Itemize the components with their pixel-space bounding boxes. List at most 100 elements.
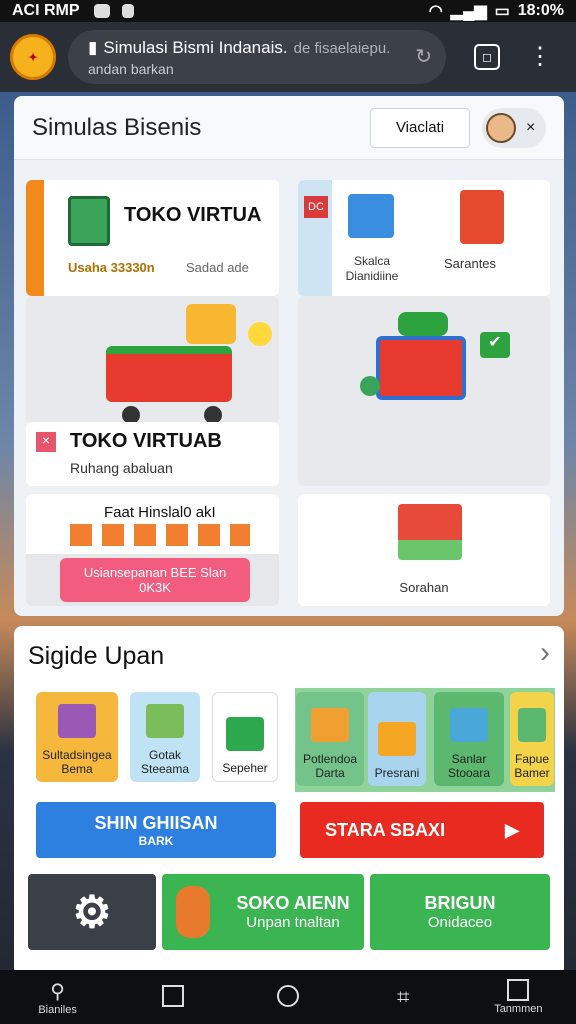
tile-3-label: Potlendoa Darta xyxy=(302,752,358,780)
reload-icon[interactable]: ↻ xyxy=(415,44,432,69)
page-domain: de fisaelaiepu. xyxy=(293,39,391,57)
circle-icon xyxy=(276,985,299,1007)
view-button[interactable]: Viaclati xyxy=(370,107,470,148)
wifi-icon: ◠ xyxy=(428,3,443,20)
tile-3-icon xyxy=(311,708,349,742)
pin-icon: ⚲ xyxy=(50,980,65,1003)
tabs-button[interactable]: ◻ xyxy=(474,44,500,70)
menu-icon[interactable]: ⋮ xyxy=(528,45,552,69)
nav-item-notes[interactable]: Tanmmen xyxy=(478,979,558,1015)
tile-6-icon xyxy=(518,708,546,742)
green-action-button-1[interactable]: SOKO AIENN Unpan tnaltan xyxy=(162,874,364,950)
battery-icon: ▭ xyxy=(494,3,510,20)
cabinet-icon xyxy=(460,190,504,244)
bottom-nav: ⚲ Bianiles ⌗ Tanmmen xyxy=(0,970,576,1024)
card-title: Simulas Bisenis xyxy=(32,113,202,141)
melon-icon xyxy=(360,376,380,396)
green1-line1: SOKO AIENN xyxy=(236,893,350,913)
nav-item-home[interactable]: ⚲ Bianiles xyxy=(18,979,98,1016)
store-icon xyxy=(398,504,462,560)
clock-text: 18:0% xyxy=(517,2,564,19)
tile-0[interactable]: Sultadsingea Bema xyxy=(36,692,118,782)
store-panel[interactable]: Sorahan xyxy=(298,494,550,606)
tile-6[interactable]: Fapue Bamer xyxy=(510,692,554,786)
character-icon xyxy=(176,886,210,938)
url-bar[interactable]: ▮ Simulasi Bismi Indanais. de fisaelaiep… xyxy=(68,30,446,84)
stack-icon xyxy=(348,194,394,238)
quick-menu-card: Sigide Upan › Sultadsingea Bema Gotak St… xyxy=(14,626,564,976)
close-square-icon: × xyxy=(36,432,56,452)
green2-line1: BRIGUN xyxy=(424,893,496,913)
green-action-button-2[interactable]: BRIGUN Onidaceo xyxy=(370,874,550,950)
page-title: Simulasi Bismi Indanais. xyxy=(103,38,288,57)
blue-action-button[interactable]: SHIN GHIISAN BARK xyxy=(36,802,276,858)
tile-5-icon xyxy=(450,708,488,742)
toko-virtuab-panel[interactable]: × TOKO VIRTUAB Ruhang abaluan xyxy=(26,422,279,486)
nav-label-0: Bianiles xyxy=(38,1003,77,1016)
page-subtitle: andan barkan xyxy=(88,61,174,77)
stock-label: Skalca Dianidiine xyxy=(345,254,399,283)
shopping-cart-illustration: ✔ xyxy=(298,296,550,486)
cart-icon xyxy=(106,346,232,402)
vegetables-icon xyxy=(398,312,448,336)
tile-5-label: Sanlar Stooara xyxy=(447,752,491,780)
promo-button[interactable]: Usiansepanan BEE Slan 0K3K xyxy=(60,558,250,602)
simulation-card: Simulas Bisenis Viaclati × TOKO VIRTUA U… xyxy=(14,96,564,616)
promo-button-line2: 0K3K xyxy=(139,580,171,595)
check-icon: ✔ xyxy=(480,332,510,358)
section-title: Sigide Upan xyxy=(28,642,165,670)
signal-icon: ▂▄▆ xyxy=(450,3,487,20)
badge-icon: DC xyxy=(304,196,328,218)
notes-icon xyxy=(507,979,530,1001)
start-button[interactable]: STARA SBAXI ▶ xyxy=(300,802,544,858)
tile-2-icon xyxy=(226,717,264,751)
start-button-label: STARA SBAXI xyxy=(325,819,446,840)
tag-icon: ⌗ xyxy=(396,984,410,1009)
tile-2[interactable]: Sepeher xyxy=(212,692,278,782)
calculator-icon xyxy=(68,196,110,246)
green2-line2: Onidaceo xyxy=(427,914,493,931)
close-icon[interactable]: × xyxy=(526,119,535,137)
blue-button-line2: BARK xyxy=(138,833,174,848)
blue-button-line1: SHIN GHIISAN xyxy=(94,812,218,833)
promo-title: Faat Hinslal0 akI xyxy=(104,504,216,521)
tile-1-label: Gotak Steeama xyxy=(140,748,190,776)
nav-item-circle[interactable] xyxy=(248,985,328,1009)
chevron-right-icon[interactable]: › xyxy=(540,636,550,670)
toko1-sub1: Usaha 33330n xyxy=(68,260,155,275)
barang-label: Sarantes xyxy=(444,256,497,271)
toko2-sub: Ruhang abaluan xyxy=(70,460,173,476)
square-icon xyxy=(161,985,184,1007)
notification-icon xyxy=(93,4,110,18)
arrow-right-icon: ▶ xyxy=(505,819,519,840)
profile-chip[interactable]: × xyxy=(482,107,546,148)
nav-item-tag[interactable]: ⌗ xyxy=(363,984,443,1010)
tile-1[interactable]: Gotak Steeama xyxy=(130,692,200,782)
lock-icon: ▮ xyxy=(88,38,98,57)
tile-0-label: Sultadsingea Bema xyxy=(42,748,112,776)
green1-line2: Unpan tnaltan xyxy=(246,914,340,931)
stock-panel[interactable]: DC Skalca Dianidiine Sarantes xyxy=(298,180,550,296)
gear-icon: ⚙ xyxy=(72,887,112,937)
promo-button-line1: Usiansepanan BEE Slan xyxy=(83,565,227,580)
toko1-title: TOKO VIRTUA xyxy=(124,204,262,226)
toko-virtua-panel[interactable]: TOKO VIRTUA Usaha 33330n Sadad ade xyxy=(26,180,279,296)
tile-5[interactable]: Sanlar Stooara xyxy=(434,692,504,786)
tile-4-icon xyxy=(378,722,416,756)
sim-icon xyxy=(121,4,134,18)
carrier-text: ACI RMP xyxy=(12,2,80,19)
tile-1-icon xyxy=(146,704,184,738)
settings-button[interactable]: ⚙ xyxy=(28,874,156,950)
app-logo[interactable]: ✦ xyxy=(10,34,56,80)
tile-3[interactable]: Potlendoa Darta xyxy=(296,692,364,786)
promo-panel: Faat Hinslal0 akI Usiansepanan BEE Slan … xyxy=(26,494,279,606)
store-label: Sorahan xyxy=(399,580,449,595)
status-bar: ACI RMP ◠ ▂▄▆ ▭ 18:0% xyxy=(0,0,576,22)
tile-4[interactable]: Presrani xyxy=(368,692,426,786)
nav-item-square[interactable] xyxy=(133,985,213,1009)
nav-label-4: Tanmmen xyxy=(494,1003,543,1015)
tile-2-label: Sepeher xyxy=(222,761,268,775)
tile-4-label: Presrani xyxy=(374,766,420,780)
toko1-sub2: Sadad ade xyxy=(186,260,249,275)
avatar xyxy=(486,112,516,143)
